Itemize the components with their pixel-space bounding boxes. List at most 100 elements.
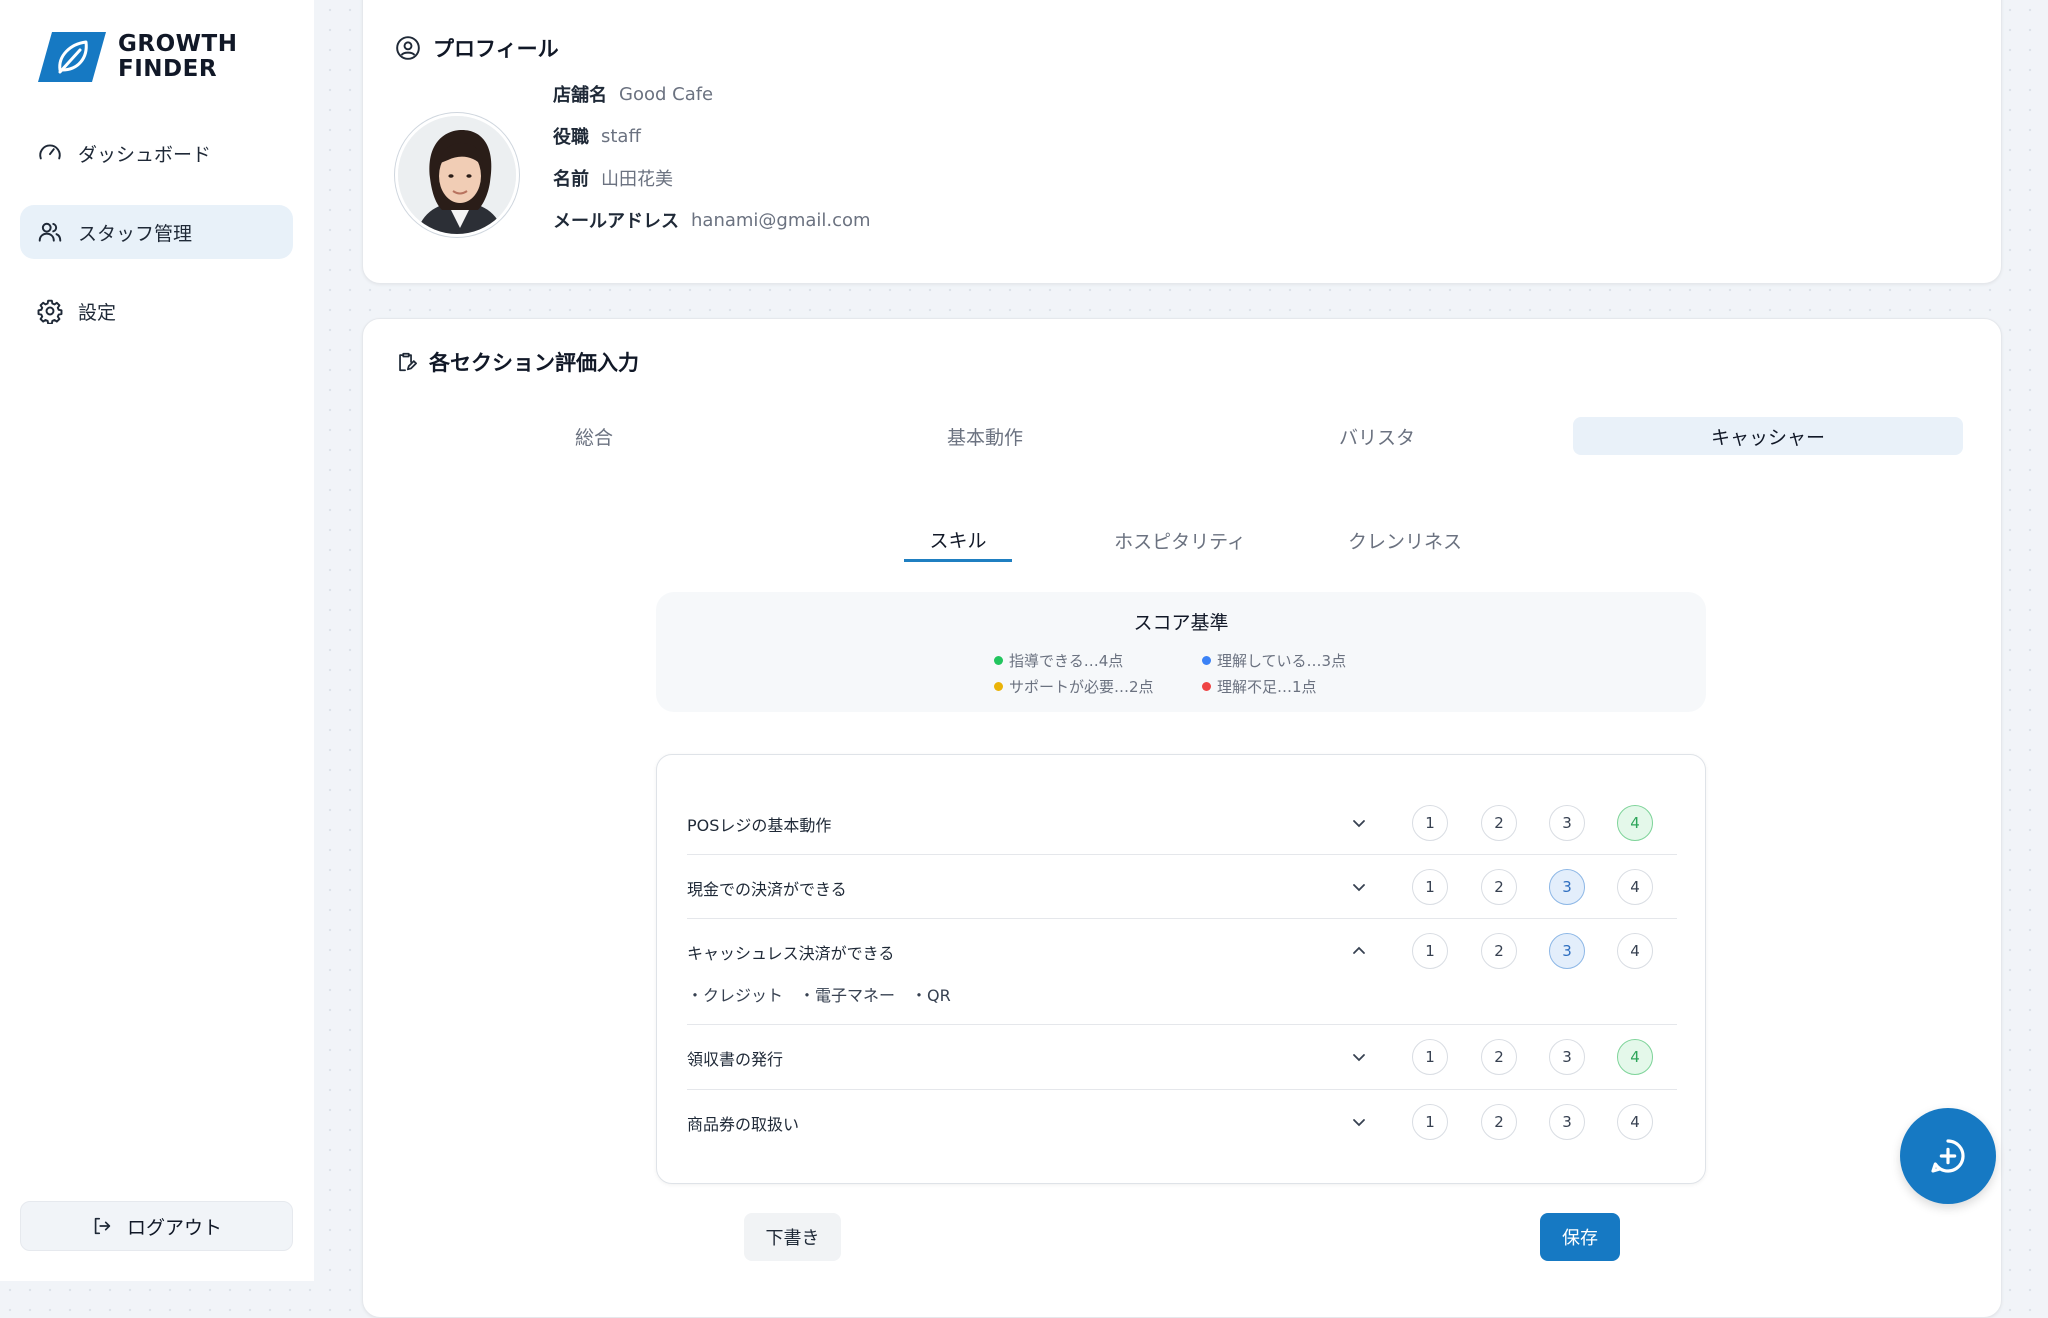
score-button[interactable]: 2 — [1481, 933, 1517, 969]
legend-label: サポートが必要…2点 — [1009, 678, 1154, 696]
brand-line-1: GROWTH — [118, 31, 238, 57]
chevron-down-icon[interactable] — [1349, 1112, 1369, 1132]
legend-label: 理解している…3点 — [1217, 652, 1347, 670]
sidebar-item-staff[interactable]: スタッフ管理 — [20, 205, 293, 259]
legend-label: 理解不足…1点 — [1217, 678, 1317, 696]
subtab-label: スキル — [929, 530, 987, 552]
skills-list: POSレジの基本動作 1 2 3 4 現金での決済ができる 1 2 3 4 キャ… — [656, 754, 1706, 1184]
tab-label: 総合 — [574, 426, 613, 449]
user-circle-icon — [395, 35, 421, 61]
score-button[interactable]: 4 — [1617, 933, 1653, 969]
chevron-up-icon[interactable] — [1349, 941, 1369, 961]
info-role: 役職 staff — [553, 123, 641, 149]
score-button[interactable]: 1 — [1412, 805, 1448, 841]
skill-row: POSレジの基本動作 1 2 3 4 — [687, 791, 1677, 855]
sidebar-item-dashboard[interactable]: ダッシュボード — [20, 126, 293, 180]
skill-label: 領収書の発行 — [687, 1050, 784, 1069]
skill-label: 商品券の取扱い — [687, 1115, 800, 1134]
info-store: 店舗名 Good Cafe — [553, 81, 713, 107]
chevron-down-icon[interactable] — [1349, 877, 1369, 897]
skill-label: 現金での決済ができる — [687, 880, 847, 899]
sidebar-item-label: スタッフ管理 — [78, 222, 193, 245]
tab-barista[interactable]: バリスタ — [1182, 417, 1572, 455]
chevron-down-icon[interactable] — [1349, 1047, 1369, 1067]
score-button[interactable]: 3 — [1549, 805, 1585, 841]
evaluation-title-text: 各セクション評価入力 — [429, 351, 639, 375]
score-button[interactable]: 1 — [1412, 933, 1448, 969]
chevron-down-icon[interactable] — [1349, 813, 1369, 833]
score-button[interactable]: 1 — [1412, 1039, 1448, 1075]
skill-label: キャッシュレス決済ができる — [687, 944, 895, 963]
leaf-logo-icon — [38, 32, 106, 82]
evaluation-title: 各セクション評価入力 — [395, 347, 639, 377]
chat-plus-icon — [1928, 1136, 1968, 1176]
score-button-selected[interactable]: 4 — [1617, 805, 1653, 841]
score-button[interactable]: 3 — [1549, 1104, 1585, 1140]
tab-cashier[interactable]: キャッシャー — [1573, 417, 1963, 455]
skill-label: POSレジの基本動作 — [687, 816, 832, 835]
info-key: メールアドレス — [553, 211, 679, 232]
logout-icon — [91, 1215, 113, 1237]
legend-title: スコア基準 — [1133, 612, 1229, 634]
skill-row: 領収書の発行 1 2 3 4 — [687, 1025, 1677, 1090]
legend-item: サポートが必要…2点 — [994, 676, 1154, 697]
info-value: hanami@gmail.com — [691, 209, 871, 231]
tab-label: キャッシャー — [1710, 426, 1825, 449]
tab-basic-operation[interactable]: 基本動作 — [790, 417, 1180, 455]
subtab-hospitality[interactable]: ホスピタリティ — [1100, 520, 1260, 560]
info-value: 山田花美 — [601, 169, 673, 190]
logout-label: ログアウト — [126, 1216, 222, 1239]
skill-row: 商品券の取扱い 1 2 3 4 — [687, 1090, 1677, 1154]
brand-line-2: FINDER — [118, 56, 218, 82]
score-button[interactable]: 1 — [1412, 869, 1448, 905]
users-icon — [36, 218, 64, 246]
info-name: 名前 山田花美 — [553, 165, 673, 191]
score-button[interactable]: 4 — [1617, 1104, 1653, 1140]
info-value: staff — [601, 125, 641, 147]
tab-overall[interactable]: 総合 — [399, 417, 789, 455]
score-legend: スコア基準 指導できる…4点 理解している…3点 サポートが必要…2点 理解不足… — [656, 592, 1706, 712]
legend-label: 指導できる…4点 — [1009, 652, 1124, 670]
score-button[interactable]: 3 — [1549, 1039, 1585, 1075]
clipboard-edit-icon — [395, 351, 417, 373]
sidebar-item-label: ダッシュボード — [78, 143, 212, 166]
score-button[interactable]: 4 — [1617, 869, 1653, 905]
info-email: メールアドレス hanami@gmail.com — [553, 207, 871, 233]
score-button[interactable]: 2 — [1481, 1104, 1517, 1140]
skill-row: 現金での決済ができる 1 2 3 4 — [687, 855, 1677, 919]
score-button[interactable]: 2 — [1481, 805, 1517, 841]
yellow-dot-icon — [994, 682, 1003, 691]
subtab-skill[interactable]: スキル — [904, 520, 1012, 562]
gear-icon — [36, 297, 64, 325]
subtab-label: ホスピタリティ — [1114, 530, 1246, 553]
logo[interactable]: GROWTH FINDER — [36, 30, 237, 84]
sidebar-item-settings[interactable]: 設定 — [20, 284, 293, 338]
draft-button[interactable]: 下書き — [744, 1213, 841, 1261]
score-button[interactable]: 1 — [1412, 1104, 1448, 1140]
tab-label: バリスタ — [1338, 426, 1415, 449]
score-button-selected[interactable]: 3 — [1549, 933, 1585, 969]
info-key: 役職 — [553, 127, 589, 148]
red-dot-icon — [1202, 682, 1211, 691]
legend-item: 理解不足…1点 — [1202, 676, 1317, 697]
brand-name: GROWTH FINDER — [118, 32, 237, 82]
save-button[interactable]: 保存 — [1540, 1213, 1620, 1261]
legend-item: 理解している…3点 — [1202, 650, 1346, 671]
avatar — [395, 113, 519, 237]
legend-item: 指導できる…4点 — [994, 650, 1123, 671]
subtab-cleanliness[interactable]: クレンリネス — [1330, 520, 1480, 560]
blue-dot-icon — [1202, 656, 1211, 665]
logout-button[interactable]: ログアウト — [20, 1201, 293, 1251]
skill-detail: ・クレジット ・電子マネー ・QR — [687, 986, 951, 1005]
score-button[interactable]: 2 — [1481, 1039, 1517, 1075]
info-key: 店舗名 — [553, 85, 607, 106]
subtab-label: クレンリネス — [1347, 530, 1462, 553]
skill-row-expanded: キャッシュレス決済ができる 1 2 3 4 ・クレジット ・電子マネー ・QR — [687, 919, 1677, 1025]
info-value: Good Cafe — [619, 83, 714, 105]
score-button[interactable]: 2 — [1481, 869, 1517, 905]
score-button-selected[interactable]: 4 — [1617, 1039, 1653, 1075]
chat-fab-button[interactable] — [1900, 1108, 1996, 1204]
sidebar: GROWTH FINDER ダッシュボード スタッフ管理 設定 ログアウト — [0, 0, 314, 1281]
info-key: 名前 — [553, 169, 589, 190]
score-button-selected[interactable]: 3 — [1549, 869, 1585, 905]
